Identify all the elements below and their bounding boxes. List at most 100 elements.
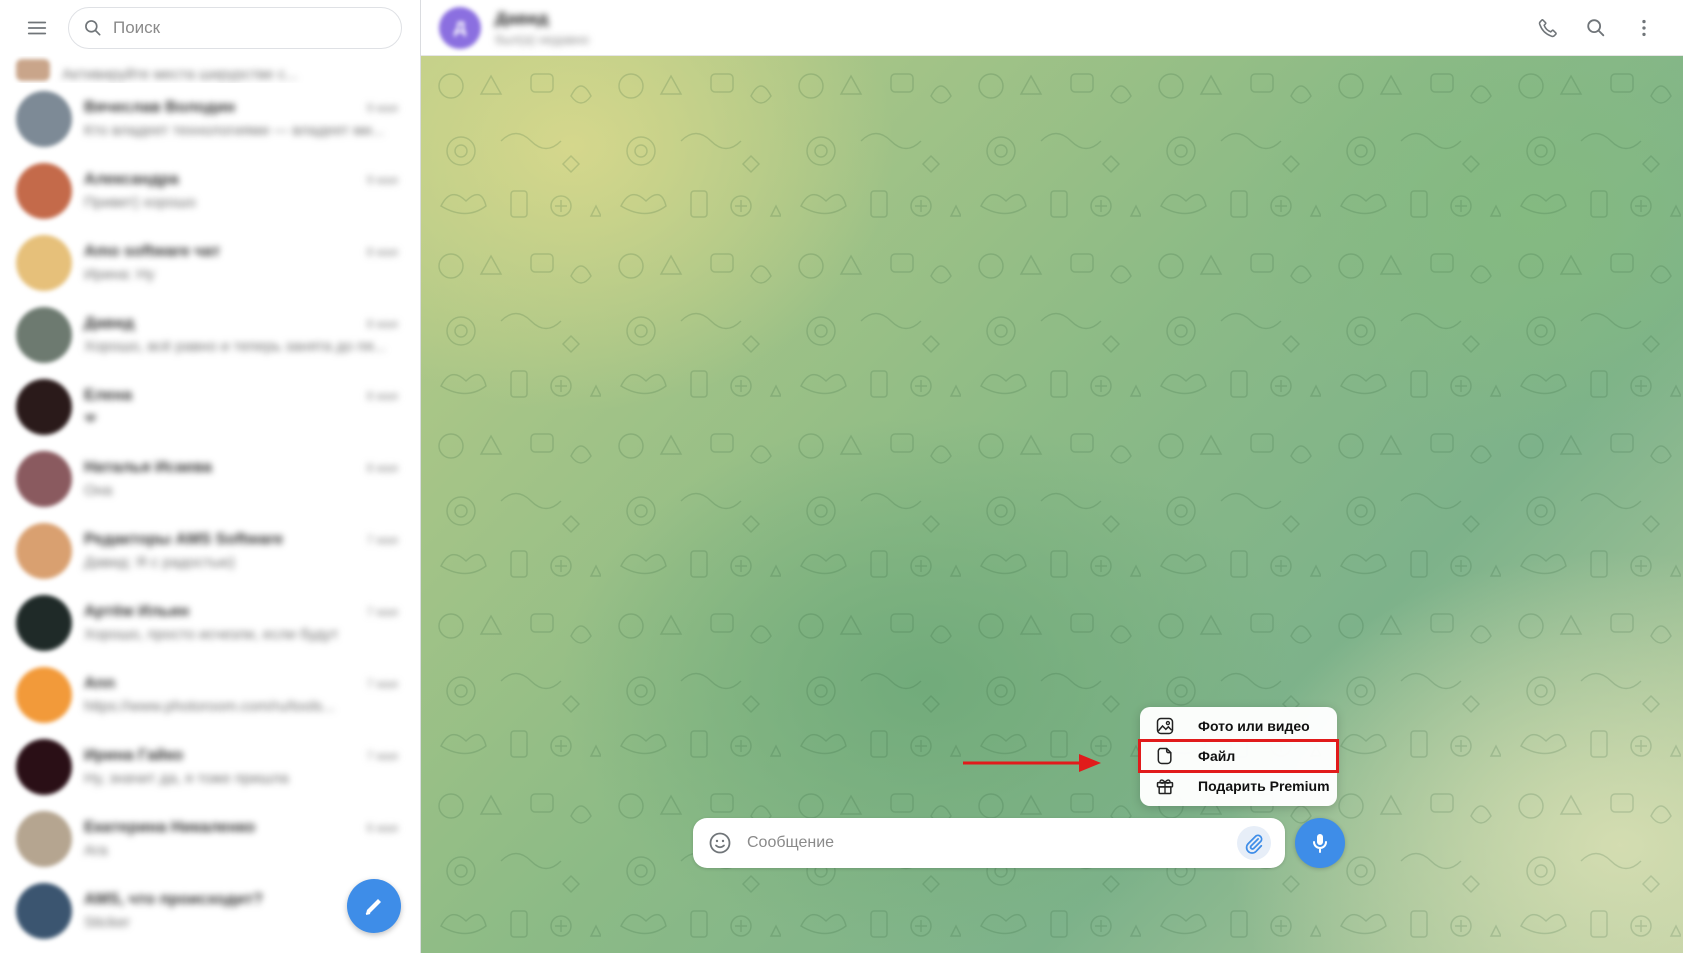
avatar [16, 883, 72, 939]
chat-list-item[interactable]: Екатерина Никаленко 6 мая Ага [0, 803, 420, 875]
chat-name: Amo software чат [84, 243, 221, 260]
chat-item-header: Ирина Гайко 7 мая [84, 747, 398, 765]
chat-time: 6 мая [366, 821, 398, 835]
chat-item-header: Amo software чат 8 мая [84, 243, 398, 261]
chat-name: Артём Ильин [84, 603, 190, 620]
chat-name: Давид [84, 315, 135, 332]
avatar [16, 667, 72, 723]
chat-name: AMS, что происходит? [84, 891, 263, 908]
chat-item-body: Наталья Исаева 8 мая Она [84, 459, 398, 499]
chat-preview: Давид: Я с радостью) [84, 554, 235, 571]
chat-item-header: Елена 8 мая [84, 387, 398, 405]
chat-time: 9 мая [366, 101, 398, 115]
chat-item-body: Елена 8 мая ❤ [84, 387, 398, 428]
voice-message-button[interactable] [1295, 818, 1345, 868]
avatar [16, 451, 72, 507]
chat-item-header: Ann 7 мая [84, 675, 398, 693]
avatar [16, 91, 72, 147]
chat-name: Ирина Гайко [84, 747, 184, 764]
chat-preview: Хорошо, просто исчезли, если будут [84, 626, 339, 643]
chat-list-item[interactable]: Наталья Исаева 8 мая Она [0, 443, 420, 515]
attach-button[interactable] [1237, 826, 1271, 860]
message-input[interactable] [747, 834, 1237, 852]
chat-time: 8 мая [366, 317, 398, 331]
chat-list-item[interactable]: Активируйте места ширурстве с... [0, 56, 420, 83]
chat-time: 7 мая [366, 749, 398, 763]
chat-item-body: Александра 9 мая Привет) хорошо [84, 171, 398, 211]
avatar [16, 235, 72, 291]
chat-item-body: Давид 8 мая Хорошо, всё равно и теперь зан… [84, 315, 398, 355]
chat-item-header: Вячеслав Володин 9 мая [84, 99, 398, 117]
hamburger-menu-button[interactable] [16, 7, 58, 49]
menu-item-file[interactable]: Файл [1138, 739, 1339, 773]
chat-preview: Ну, значит да, я тоже пришла [84, 770, 289, 787]
chat-preview: Привет) хорошо [84, 194, 196, 211]
chat-item-body: Ирина Гайко 7 мая Ну, значит да, я тоже пр… [84, 747, 398, 787]
chat-list-item[interactable]: Александра 9 мая Привет) хорошо [0, 155, 420, 227]
sidebar: Активируйте места ширурстве с... Вячеслав… [0, 0, 421, 953]
avatar [16, 739, 72, 795]
chat-time: 7 мая [366, 533, 398, 547]
chat-list-item[interactable]: Вячеслав Володин 9 мая Кто владеет техноло… [0, 83, 420, 155]
chat-name: Вячеслав Володин [84, 99, 236, 116]
chat-preview: Активируйте места ширурстве с... [62, 66, 298, 83]
chat-list-item[interactable]: Артём Ильин 7 мая Хорошо, просто исчезли, … [0, 587, 420, 659]
header-actions [1527, 7, 1665, 49]
search-input[interactable] [113, 18, 373, 38]
avatar [16, 379, 72, 435]
search-box[interactable] [68, 7, 402, 49]
chat-name: Екатерина Никаленко [84, 819, 256, 836]
chat-preview: Кто владеет технологиями — владеет ми... [84, 122, 385, 139]
chat-preview: Ага [84, 842, 108, 859]
chat-list-item[interactable]: Давид 8 мая Хорошо, всё равно и теперь зан… [0, 299, 420, 371]
peer-avatar[interactable]: Д [439, 6, 481, 49]
chat-search-button[interactable] [1575, 7, 1617, 49]
menu-item-gift-premium[interactable]: Подарить Premium [1140, 771, 1337, 801]
chat-list-item[interactable]: Ann 7 мая https://www.photoroom.com/ru/too… [0, 659, 420, 731]
chat-item-header: Артём Ильин 7 мая [84, 603, 398, 621]
call-button[interactable] [1527, 7, 1569, 49]
chat-name: Елена [84, 386, 133, 404]
chat-item-body: Екатерина Никаленко 6 мая Ага [84, 819, 398, 859]
chat-name: Наталья Исаева [84, 459, 212, 476]
sidebar-header [0, 0, 420, 56]
chat-name: Ann [84, 675, 116, 692]
more-vertical-icon [1642, 19, 1646, 37]
chat-list-item[interactable]: Елена 8 мая ❤ [0, 371, 420, 443]
peer-initial: Д [453, 17, 467, 37]
chat-preview: Она [84, 482, 113, 499]
chat-item-header: Давид 8 мая [84, 315, 398, 333]
avatar [16, 307, 72, 363]
chat-item-header: Александра 9 мая [84, 171, 398, 189]
chat-item-body: Артём Ильин 7 мая Хорошо, просто исчезли, … [84, 603, 398, 643]
chat-time: 7 мая [366, 605, 398, 619]
chat-area: Д Давид был(а) недавно Фото или видео Фа… [421, 0, 1683, 953]
chat-time: 8 мая [366, 245, 398, 259]
chat-preview: Хорошо, всё равно и теперь занята до пя.… [84, 338, 387, 355]
chat-list-item[interactable]: Amo software чат 8 мая Ирина: Ну [0, 227, 420, 299]
avatar [16, 59, 50, 81]
chat-item-body: Amo software чат 8 мая Ирина: Ну [84, 243, 398, 283]
chat-time: 9 мая [366, 173, 398, 187]
chat-list-item[interactable]: Ирина Гайко 7 мая Ну, значит да, я тоже пр… [0, 731, 420, 803]
new-message-button[interactable] [347, 879, 401, 933]
smile-icon [709, 832, 731, 854]
photo-icon [1154, 715, 1176, 737]
chat-item-body: Редакторы AMS Software 7 мая Давид: Я с ра… [84, 531, 398, 571]
peer-info[interactable]: Давид был(а) недавно [495, 9, 589, 47]
chat-header[interactable]: Д Давид был(а) недавно [421, 0, 1683, 56]
chat-preview: Ирина: Ну [84, 266, 155, 283]
attach-menu: Фото или видео Файл Подарить Premium [1138, 707, 1339, 806]
chat-preview: https://www.photoroom.com/ru/tools... [84, 698, 335, 715]
message-composer [693, 818, 1285, 868]
chat-name: Александра [84, 171, 179, 188]
chat-list-item[interactable]: Редакторы AMS Software 7 мая Давид: Я с ра… [0, 515, 420, 587]
more-options-button[interactable] [1623, 7, 1665, 49]
chat-item-header: Редакторы AMS Software 7 мая [84, 531, 398, 549]
menu-item-label: Фото или видео [1198, 718, 1310, 734]
menu-item-label: Файл [1198, 748, 1236, 764]
emoji-button[interactable] [707, 830, 733, 856]
paperclip-icon [1245, 834, 1263, 854]
menu-item-photo-video[interactable]: Фото или видео [1140, 711, 1337, 741]
chat-item-header: Наталья Исаева 8 мая [84, 459, 398, 477]
